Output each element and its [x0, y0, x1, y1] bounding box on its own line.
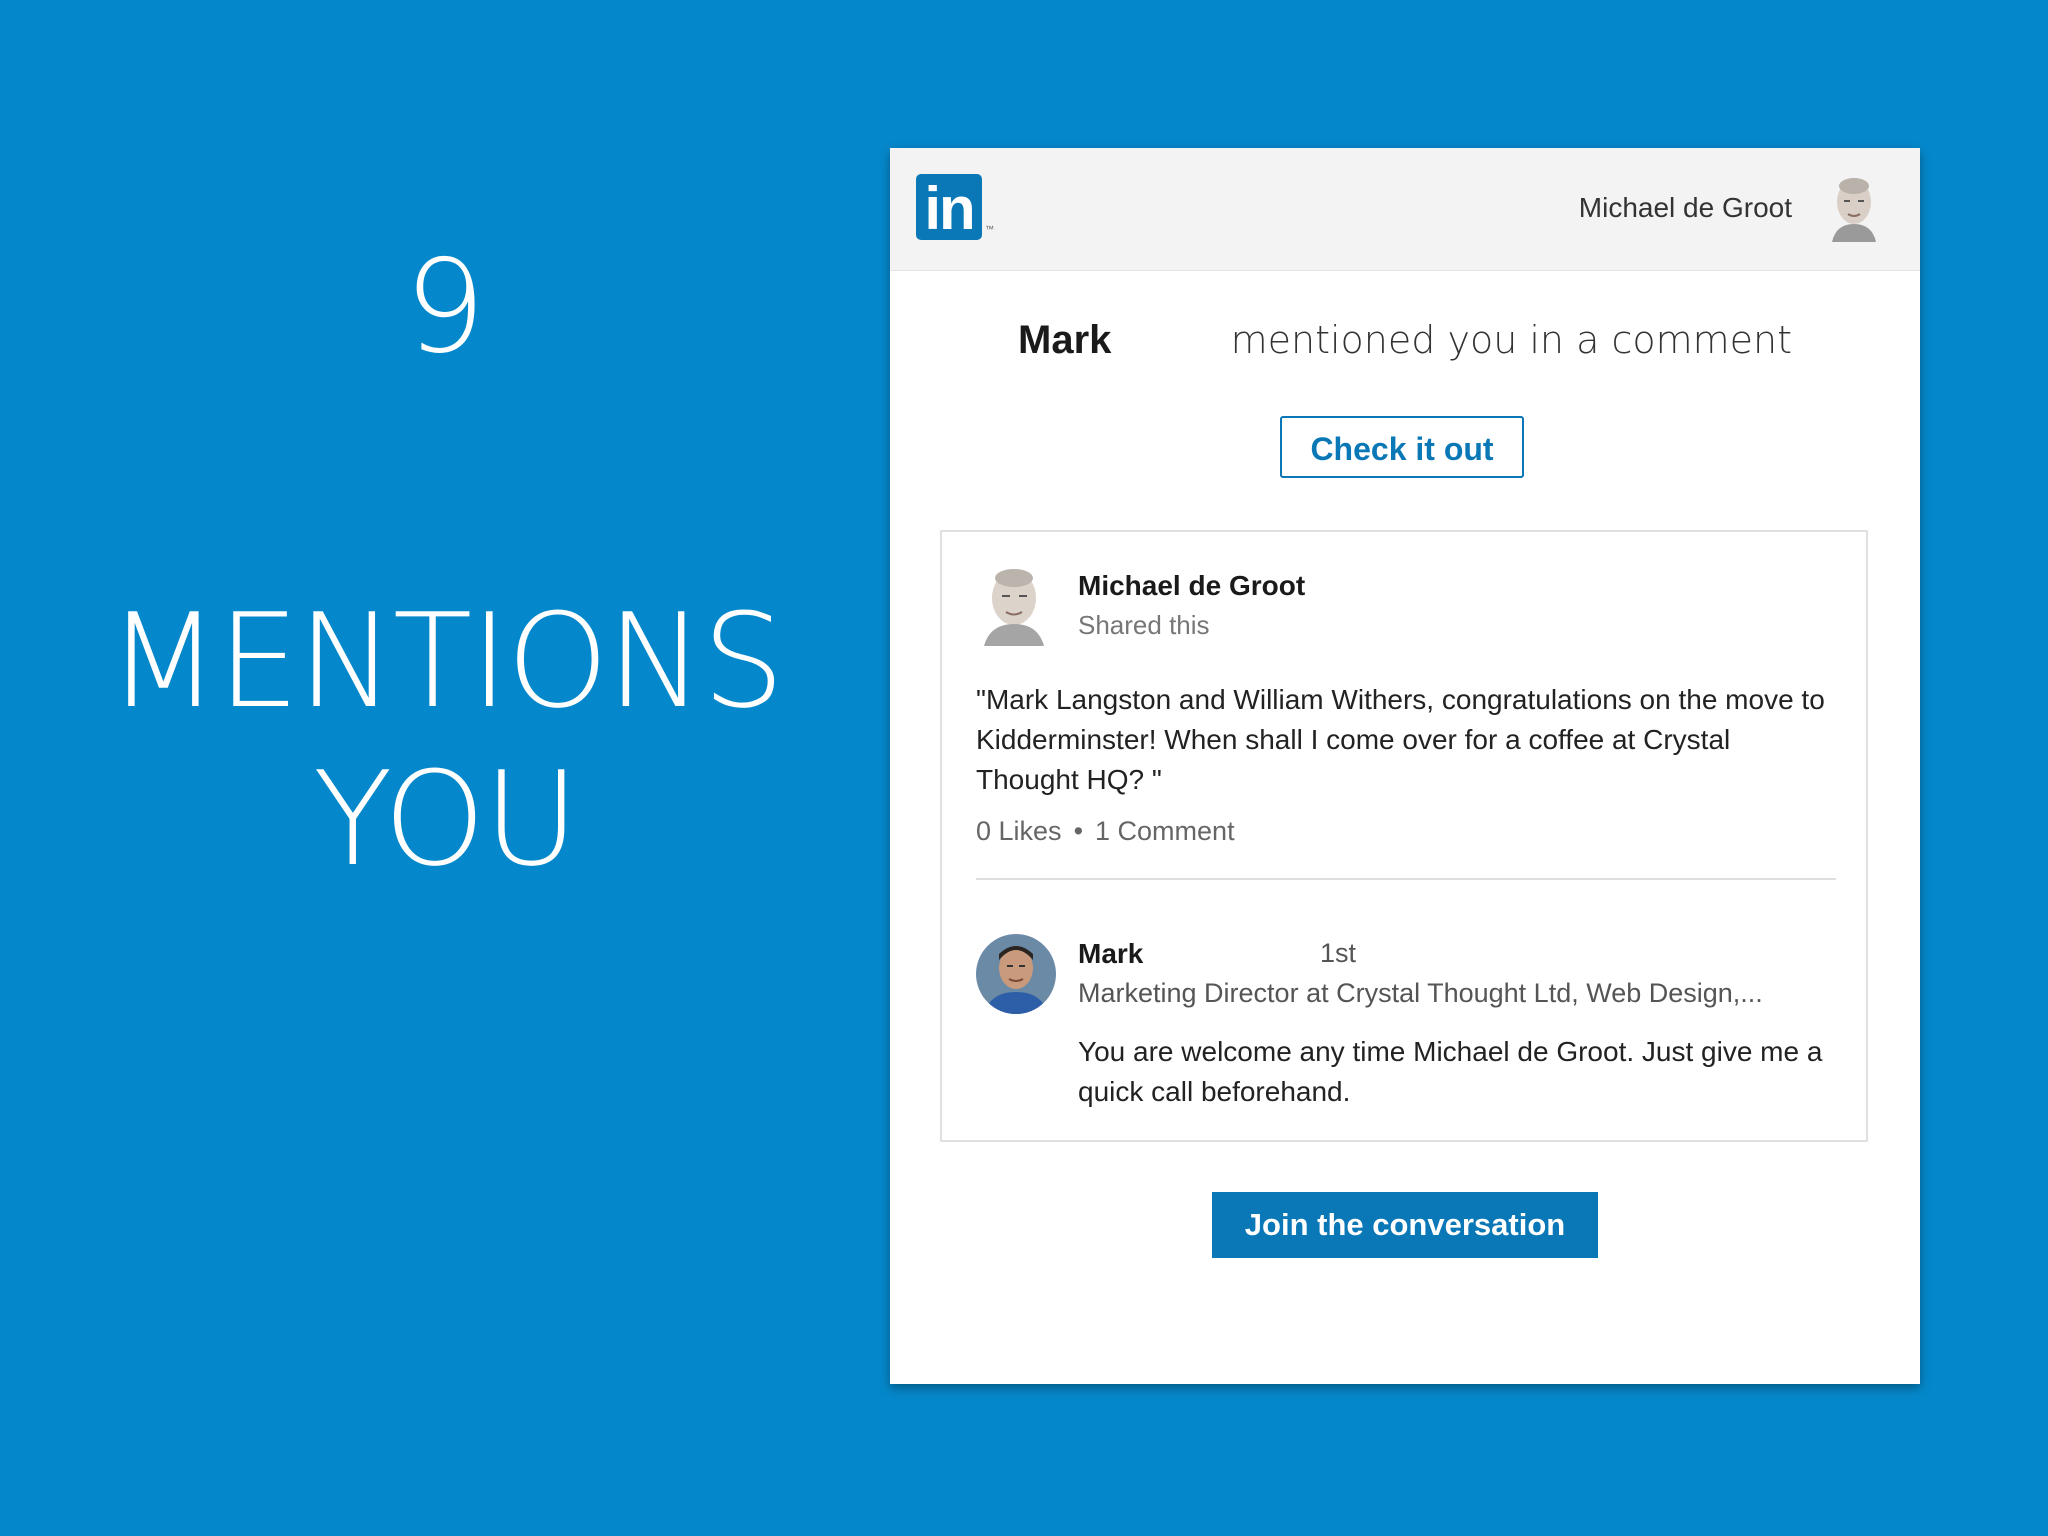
mention-name[interactable]: Mark	[1018, 318, 1111, 363]
slide-number: 9	[404, 233, 486, 382]
post-card: Michael de Groot Shared this "Mark Langs…	[940, 530, 1868, 1142]
post-stats: 0 Likes • 1 Comment	[976, 816, 1235, 847]
check-it-out-button[interactable]: Check it out	[1280, 416, 1524, 478]
slide-title-line1: MENTIONS	[107, 585, 784, 737]
comment-text: You are welcome any time Michael de Groo…	[1078, 1036, 1823, 1107]
post-subtitle: Shared this	[1078, 610, 1210, 640]
email-notification: in ™ Michael de Groot Mark mentioned you…	[890, 148, 1920, 1384]
commenter-headline: Marketing Director at Crystal Thought Lt…	[1078, 978, 1763, 1008]
connection-degree: 1st	[1320, 938, 1357, 968]
commenter-name[interactable]: Mark	[1078, 938, 1143, 970]
slide-title: MENTIONS YOU	[0, 582, 890, 898]
stats-separator: •	[1073, 816, 1084, 846]
slide-title-line2: YOU	[313, 743, 579, 895]
post-author-name[interactable]: Michael de Groot	[1078, 570, 1305, 602]
divider	[976, 878, 1836, 880]
slide-left-panel: 9 MENTIONS YOU	[0, 0, 890, 1536]
post-author-avatar[interactable]	[978, 562, 1050, 646]
trademark-mark: ™	[985, 224, 994, 234]
commenter-avatar[interactable]	[976, 934, 1056, 1014]
mention-text: mentioned you in a comment	[1230, 318, 1792, 362]
post-text: "Mark Langston and William Withers, cong…	[976, 684, 1825, 795]
likes-count[interactable]: 0 Likes	[976, 816, 1062, 846]
header-avatar[interactable]	[1826, 172, 1882, 242]
header-user-name[interactable]: Michael de Groot	[1579, 192, 1792, 224]
comments-count[interactable]: 1 Comment	[1095, 816, 1235, 846]
join-conversation-button[interactable]: Join the conversation	[1212, 1192, 1598, 1258]
email-header: in ™ Michael de Groot	[890, 148, 1920, 271]
linkedin-logo-icon[interactable]: in	[916, 174, 982, 242]
